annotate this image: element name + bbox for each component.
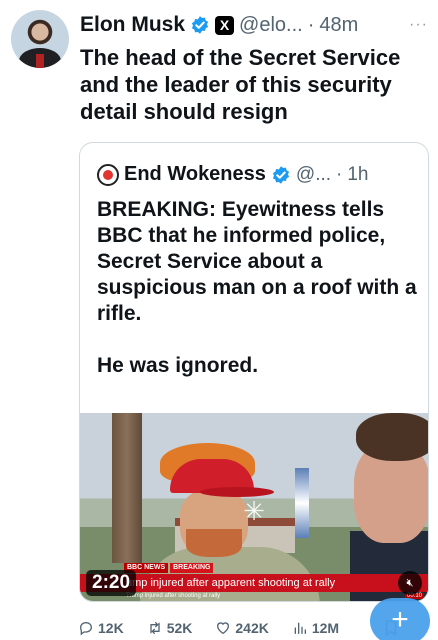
quote-header: End Wokeness @... · 1h xyxy=(97,163,369,186)
repost-icon xyxy=(150,622,160,634)
like-count: 242K xyxy=(235,620,269,636)
quote-author-handle[interactable]: @... xyxy=(296,164,331,186)
tweet-timestamp[interactable]: 48m xyxy=(319,14,358,37)
repost-count: 52K xyxy=(166,620,193,636)
compose-fab-button[interactable]: + xyxy=(370,598,430,640)
news-tags: BBC NEWS BREAKING xyxy=(124,563,214,573)
news-headline: ump injured after apparent shooting at r… xyxy=(126,577,336,589)
utility-pole xyxy=(112,413,142,563)
tweet-text: The head of the Secret Service and the l… xyxy=(80,45,401,124)
video-player[interactable]: ✳ BBC NEWS BREAKING ump injured after ap… xyxy=(80,413,428,601)
loading-spinner-icon: ✳ xyxy=(243,496,265,526)
verified-badge-icon xyxy=(191,16,209,34)
repost-button[interactable]: 52K xyxy=(147,620,193,636)
separator-dot: · xyxy=(307,13,315,36)
news-lower-third: BBC NEWS BREAKING ump injured after appa… xyxy=(80,563,428,599)
reply-icon xyxy=(79,621,93,636)
author-name[interactable]: Elon Musk xyxy=(80,13,185,37)
like-button[interactable]: 242K xyxy=(215,620,269,636)
more-options-icon[interactable]: ··· xyxy=(409,16,428,34)
news-subheadline: Trump injured after shooting at rally xyxy=(126,593,221,599)
reply-button[interactable]: 12K xyxy=(78,620,124,636)
tweet-actions: 12K 52K 242K 12M xyxy=(78,617,368,639)
author-avatar[interactable] xyxy=(11,10,69,68)
quote-text: BREAKING: Eyewitness tells BBC that he i… xyxy=(97,198,417,377)
separator-dot: · xyxy=(336,163,343,185)
views-button[interactable]: 12M xyxy=(292,620,339,636)
view-count: 12M xyxy=(311,620,340,636)
quote-author-avatar[interactable] xyxy=(97,163,119,186)
speaker-muted-icon[interactable]: 🔇︎ xyxy=(398,571,422,595)
reply-count: 12K xyxy=(98,620,124,636)
quote-timestamp[interactable]: 1h xyxy=(347,164,368,186)
quote-author-name[interactable]: End Wokeness xyxy=(124,163,266,186)
heart-icon xyxy=(217,622,230,635)
author-handle[interactable]: @elo... xyxy=(239,14,303,37)
verified-badge-icon xyxy=(272,165,289,184)
quoted-tweet[interactable]: End Wokeness @... · 1h BREAKING: Eyewitn… xyxy=(79,142,429,602)
x-affiliate-badge-icon: X xyxy=(215,15,235,35)
analytics-icon xyxy=(294,622,306,634)
breaking-tag: BREAKING xyxy=(170,563,214,573)
tweet[interactable]: Elon Musk X @elo... · 48m ··· The head o… xyxy=(0,0,438,640)
video-duration: 2:20 xyxy=(86,570,137,596)
tweet-header: Elon Musk X @elo... · 48m xyxy=(80,10,358,40)
